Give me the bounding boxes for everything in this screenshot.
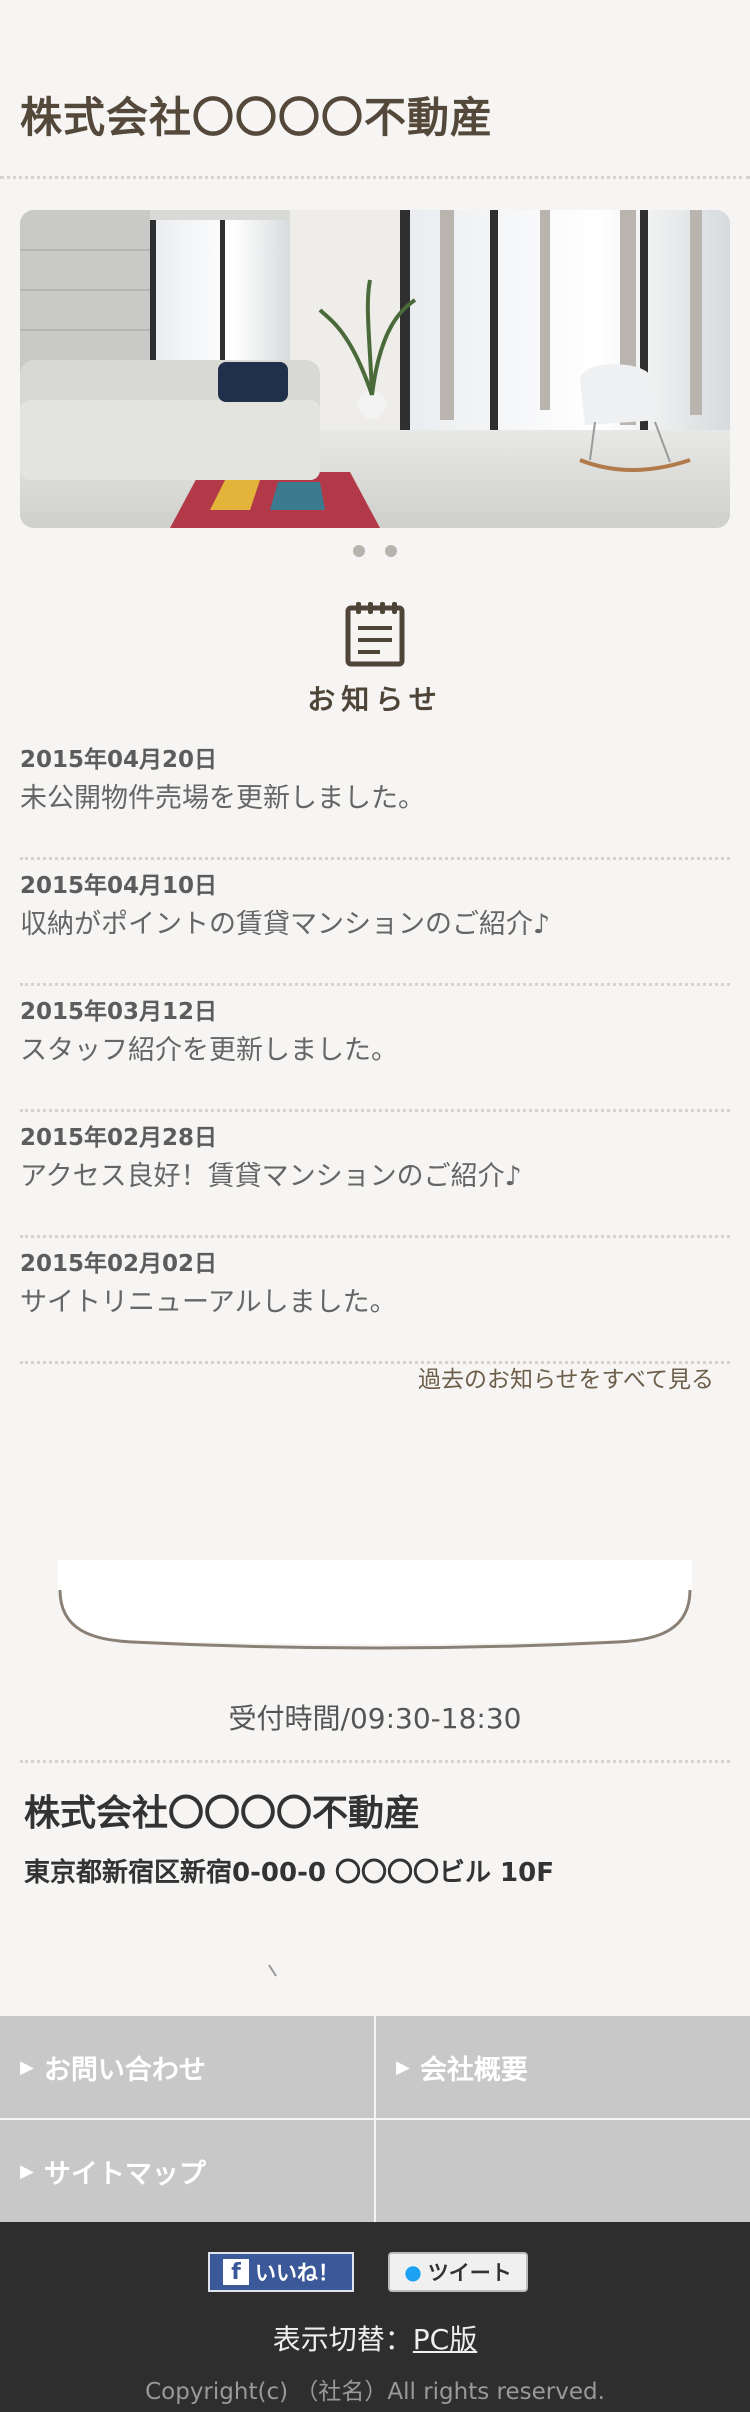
facebook-like-button[interactable]: f いいね！ xyxy=(208,2252,354,2292)
nav-sitemap[interactable]: ▶ サイトマップ xyxy=(0,2120,374,2222)
triangle-right-icon: ▶ xyxy=(20,2160,34,2182)
business-hours: 受付時間/09:30-18:30 xyxy=(228,1702,522,1735)
news-item[interactable]: 2015年02月02日 サイトリニューアルしました。 xyxy=(20,1238,730,1364)
contact-divider xyxy=(20,1760,730,1763)
news-item[interactable]: 2015年02月28日 アクセス良好！賃貸マンションのご紹介♪ xyxy=(20,1112,730,1238)
news-item[interactable]: 2015年04月10日 収納がポイントの賃貸マンションのご紹介♪ xyxy=(20,860,730,986)
news-date: 2015年04月10日 xyxy=(20,873,218,899)
notepad-icon xyxy=(345,602,405,667)
copyright: Copyright(c) （社名）All rights reserved. xyxy=(145,2379,605,2405)
news-date: 2015年03月12日 xyxy=(20,999,218,1025)
news-date: 2015年02月28日 xyxy=(20,1125,218,1151)
facebook-icon: f xyxy=(223,2259,249,2285)
news-text[interactable]: アクセス良好！賃貸マンションのご紹介♪ xyxy=(20,1154,522,1193)
nav-empty-cell xyxy=(376,2120,750,2222)
like-label: いいね！ xyxy=(255,2261,339,2285)
nav-label: お問い合わせ xyxy=(43,2054,206,2086)
slider-dot-2[interactable] xyxy=(384,545,397,557)
company-address: 東京都新宿区新宿0-00-0 〇〇〇〇ビル 10F xyxy=(24,1858,554,1888)
news-text[interactable]: スタッフ紹介を更新しました。 xyxy=(20,1028,398,1067)
slider-pagination xyxy=(0,542,750,561)
news-heading: お知らせ xyxy=(307,683,443,716)
display-switch-label: 表示切替： xyxy=(272,2323,413,2356)
page-top-mark[interactable] xyxy=(268,1964,278,1978)
news-text[interactable]: 収納がポイントの賃貸マンションのご紹介♪ xyxy=(20,902,550,941)
footer: f いいね！ ● ツイート 表示切替：PC版 Copyright(c) （社名）… xyxy=(0,2222,750,2412)
company-name: 株式会社〇〇〇〇不動産 xyxy=(24,1793,421,1834)
phone-banner[interactable] xyxy=(58,1560,692,1672)
news-item[interactable]: 2015年03月12日 スタッフ紹介を更新しました。 xyxy=(20,986,730,1112)
nav-label: サイトマップ xyxy=(43,2158,206,2190)
news-text[interactable]: 未公開物件売場を更新しました。 xyxy=(20,776,425,815)
living-room-photo xyxy=(20,210,730,528)
nav-label: 会社概要 xyxy=(419,2054,528,2086)
site-title[interactable]: 株式会社〇〇〇〇不動産 xyxy=(20,84,493,145)
news-archive-link[interactable]: 過去のお知らせをすべて見る xyxy=(418,1360,714,1394)
twitter-bird-icon: ● xyxy=(404,2260,422,2284)
news-date: 2015年04月20日 xyxy=(20,747,218,773)
news-date: 2015年02月02日 xyxy=(20,1251,218,1277)
triangle-right-icon: ▶ xyxy=(396,2056,410,2078)
news-text[interactable]: サイトリニューアルしました。 xyxy=(20,1280,397,1319)
footer-nav: ▶ お問い合わせ ▶ 会社概要 ▶ サイトマップ xyxy=(0,2016,750,2222)
news-item[interactable]: 2015年04月20日 未公開物件売場を更新しました。 xyxy=(20,734,730,860)
pc-version-link[interactable]: PC版 xyxy=(413,2323,477,2356)
display-switch: 表示切替：PC版 xyxy=(0,2318,750,2358)
site-header: 株式会社〇〇〇〇不動産 xyxy=(0,0,750,179)
tweet-button[interactable]: ● ツイート xyxy=(388,2252,528,2292)
header-divider xyxy=(0,176,750,179)
triangle-right-icon: ▶ xyxy=(20,2056,34,2078)
hero-slider-image[interactable] xyxy=(20,210,730,528)
nav-contact[interactable]: ▶ お問い合わせ xyxy=(0,2016,374,2118)
slider-dot-1[interactable] xyxy=(353,545,366,557)
news-list: 2015年04月20日 未公開物件売場を更新しました。 2015年04月10日 … xyxy=(20,734,730,1364)
tweet-label: ツイート xyxy=(427,2261,512,2285)
nav-company-profile[interactable]: ▶ 会社概要 xyxy=(376,2016,750,2118)
